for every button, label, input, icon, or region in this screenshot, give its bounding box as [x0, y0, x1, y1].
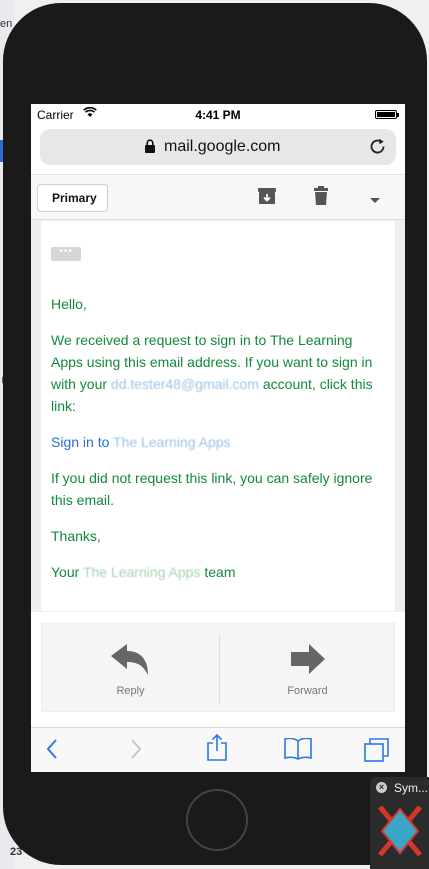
trash-icon[interactable] [312, 186, 330, 211]
phone-screen: Carrier 4:41 PM mail.google.com Primary [31, 104, 405, 772]
app-name-redacted: The Learning Apps [113, 434, 231, 450]
email-body: Hello, We received a request to sign in … [51, 293, 385, 597]
safari-bottom-toolbar [31, 727, 405, 772]
reload-icon[interactable] [368, 137, 388, 162]
signoff-prefix: Your [51, 564, 83, 580]
email-greeting: Hello, [51, 296, 87, 312]
sign-in-link[interactable]: Sign in to The Learning Apps [51, 431, 385, 453]
sign-in-link-text: Sign in to [51, 434, 114, 450]
forward-chevron-icon[interactable] [129, 737, 143, 766]
status-bar: Carrier 4:41 PM [31, 104, 405, 126]
signoff-suffix: team [200, 564, 236, 580]
recipient-email-redacted: dd.tester48@gmail.com [110, 376, 259, 392]
app-logo-icon [372, 797, 428, 869]
back-button-label: Primary [52, 191, 97, 205]
more-options-chevron-down-icon[interactable] [369, 192, 381, 210]
archive-icon[interactable] [257, 186, 277, 211]
forward-label: Forward [287, 685, 328, 697]
clock-time: 4:41 PM [195, 108, 241, 122]
email-signoff: Your The Learning Apps team [51, 561, 385, 583]
email-paragraph-request: We received a request to sign in to The … [51, 329, 385, 417]
show-trimmed-content-icon[interactable]: ••• [51, 247, 81, 261]
address-bar[interactable]: mail.google.com [40, 129, 396, 165]
mail-toolbar: Primary [31, 174, 405, 220]
team-name-redacted: The Learning Apps [82, 564, 201, 580]
symbol-app-panel[interactable]: × Sym... [370, 777, 429, 869]
back-chevron-icon[interactable] [45, 737, 59, 766]
background-fragment-text: en [0, 18, 13, 30]
close-icon[interactable]: × [376, 782, 387, 793]
email-ignore-text: If you did not request this link, you ca… [51, 470, 373, 508]
phone-frame: Carrier 4:41 PM mail.google.com Primary [3, 3, 427, 865]
home-button[interactable] [186, 789, 248, 851]
url-text: mail.google.com [164, 138, 281, 155]
email-container: ••• Hello, We received a request to sign… [31, 220, 405, 612]
back-to-primary-button[interactable]: Primary [37, 184, 108, 212]
reply-forward-panel: Reply Forward [41, 623, 395, 712]
battery-icon [375, 110, 399, 119]
reply-label: Reply [116, 685, 145, 697]
email-thanks: Thanks, [51, 528, 101, 544]
tabs-icon[interactable] [363, 737, 391, 768]
reply-button[interactable]: Reply [42, 624, 219, 713]
email-message: ••• Hello, We received a request to sign… [41, 221, 395, 611]
bookmarks-icon[interactable] [284, 737, 312, 765]
symbol-panel-title: Sym... [394, 781, 429, 795]
share-icon[interactable] [205, 733, 229, 767]
forward-arrow-icon [291, 644, 325, 679]
forward-button[interactable]: Forward [219, 624, 396, 713]
reply-arrow-icon [111, 644, 149, 681]
lock-icon [144, 139, 156, 158]
